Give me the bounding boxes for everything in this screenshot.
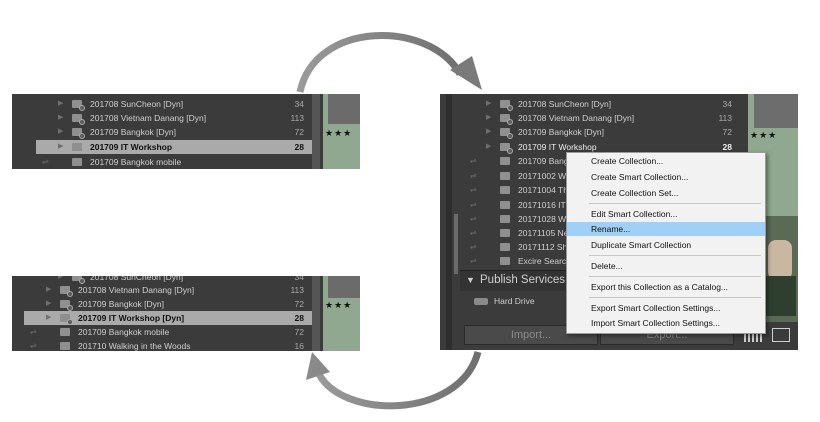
collection-icon [60, 342, 70, 350]
expand-icon: ▶ [58, 100, 64, 107]
expand-icon: ▶ [58, 128, 64, 135]
sync-arrow-icon: ⇌ [470, 256, 477, 265]
menu-separator [589, 276, 761, 277]
expand-icon: ▶ [46, 300, 52, 307]
sync-arrow-icon: ⇌ [470, 214, 477, 223]
menu-separator [589, 297, 761, 298]
smart-collection-icon [500, 100, 513, 111]
menu-item-export-collection-as-catalog[interactable]: Export this Collection as a Catalog... [567, 280, 765, 294]
smart-collection-icon [72, 128, 85, 139]
collection-icon [500, 172, 510, 180]
collection-row[interactable]: ▶ 201708 SunCheon [Dyn] 34 [440, 97, 740, 111]
collection-row[interactable]: ▶ 201708 Vietnam Danang [Dyn] 113 [440, 111, 740, 125]
collection-row[interactable]: ▶ 201709 Bangkok [Dyn] 72 [440, 125, 740, 139]
menu-separator [589, 203, 761, 204]
smart-collection-icon [72, 276, 85, 284]
smart-collection-icon [60, 286, 73, 297]
smart-collection-icon [72, 114, 85, 125]
sync-arrow-icon: ⇌ [42, 157, 49, 166]
menu-item-import-smart-collection-settings[interactable]: Import Smart Collection Settings... [567, 316, 765, 330]
smart-collection-icon [500, 143, 513, 154]
loupe-view-icon[interactable] [772, 328, 790, 342]
collections-panel-after: ▶ 201708 SunCheon [Dyn] 34 ▶ 201708 Viet… [12, 276, 360, 351]
collection-icon [500, 186, 510, 194]
sync-arrow-icon: ⇌ [470, 242, 477, 251]
menu-item-rename[interactable]: Rename... [567, 222, 765, 236]
collection-row-selected[interactable]: ▶ 201709 IT Workshop [Dyn] 28 [24, 311, 312, 325]
sync-arrow-icon: ⇌ [30, 327, 37, 336]
curved-arrow-top [296, 32, 464, 93]
collection-row[interactable]: ▶ 201708 Vietnam Danang [Dyn] 113 [12, 111, 312, 125]
photo-thumbnail[interactable] [762, 216, 798, 322]
collection-icon [500, 257, 510, 265]
sync-arrow-icon: ⇌ [470, 228, 477, 237]
smart-collection-icon [500, 114, 513, 125]
collection-icon [60, 328, 70, 336]
smart-collection-icon [500, 128, 513, 139]
collection-row[interactable]: ⇌ 201709 Bangkok mobile 72 [12, 325, 312, 339]
curved-arrow-bottom [314, 350, 482, 410]
menu-item-delete[interactable]: Delete... [567, 259, 765, 273]
hard-drive-icon [474, 298, 488, 305]
expand-icon: ▶ [58, 143, 64, 150]
sync-arrow-icon: ⇌ [30, 341, 37, 350]
collection-icon [500, 229, 510, 237]
menu-item-create-collection-set[interactable]: Create Collection Set... [567, 186, 765, 200]
collection-icon [72, 143, 82, 151]
collection-icon [500, 201, 510, 209]
smart-collection-icon [60, 314, 73, 325]
expand-icon: ▶ [58, 114, 64, 121]
rating-stars: ★★★ [750, 130, 778, 140]
sync-arrow-icon: ⇌ [470, 171, 477, 180]
menu-item-edit-smart-collection[interactable]: Edit Smart Collection... [567, 207, 765, 221]
sync-arrow-icon: ⇌ [470, 200, 477, 209]
expand-icon: ▶ [486, 128, 492, 135]
arrowhead-top [450, 56, 482, 90]
collection-row[interactable]: ▶ 201709 Bangkok [Dyn] 72 [12, 297, 312, 311]
collection-icon [72, 158, 82, 166]
arrowhead-bottom [306, 352, 330, 380]
menu-item-duplicate-smart-collection[interactable]: Duplicate Smart Collection [567, 238, 765, 252]
expand-icon: ▶ [46, 314, 52, 321]
smart-collection-icon [72, 100, 85, 111]
rating-stars: ★★★ [325, 300, 353, 310]
collection-row[interactable]: ⇌ 201710 Walking in the Woods 16 [12, 339, 312, 351]
collapse-triangle-icon: ▼ [466, 275, 475, 285]
menu-item-export-smart-collection-settings[interactable]: Export Smart Collection Settings... [567, 301, 765, 315]
photo-thumbnail[interactable]: ★★★ [323, 276, 360, 351]
smart-collection-icon [60, 300, 73, 311]
expand-icon: ▶ [486, 100, 492, 107]
menu-item-create-smart-collection[interactable]: Create Smart Collection... [567, 170, 765, 184]
expand-icon: ▶ [486, 114, 492, 121]
rating-stars: ★★★ [325, 128, 353, 138]
collection-row[interactable]: ▶ 201708 SunCheon [Dyn] 34 [12, 97, 312, 111]
photo-thumbnail[interactable]: ★★★ [323, 94, 360, 169]
context-menu: Create Collection... Create Smart Collec… [566, 152, 766, 334]
photo-thumbnail[interactable]: ★★★ [748, 94, 798, 146]
collection-row[interactable]: ⇌ 201709 Bangkok mobile [12, 155, 312, 169]
expand-icon: ▶ [486, 143, 492, 150]
collection-icon [500, 215, 510, 223]
menu-item-create-collection[interactable]: Create Collection... [567, 154, 765, 168]
collection-row-selected[interactable]: ▶ 201709 IT Workshop 28 [36, 140, 312, 154]
sync-arrow-icon: ⇌ [470, 156, 477, 165]
collection-row[interactable]: ▶ 201708 Vietnam Danang [Dyn] 113 [12, 283, 312, 297]
expand-icon: ▶ [46, 286, 52, 293]
sync-arrow-icon: ⇌ [470, 185, 477, 194]
menu-separator [589, 255, 761, 256]
collection-icon [500, 157, 510, 165]
collections-panel-before: ▶ 201708 SunCheon [Dyn] 34 ▶ 201708 Viet… [12, 94, 360, 169]
collection-row[interactable]: ▶ 201709 Bangkok [Dyn] 72 [12, 125, 312, 139]
collection-icon [500, 243, 510, 251]
